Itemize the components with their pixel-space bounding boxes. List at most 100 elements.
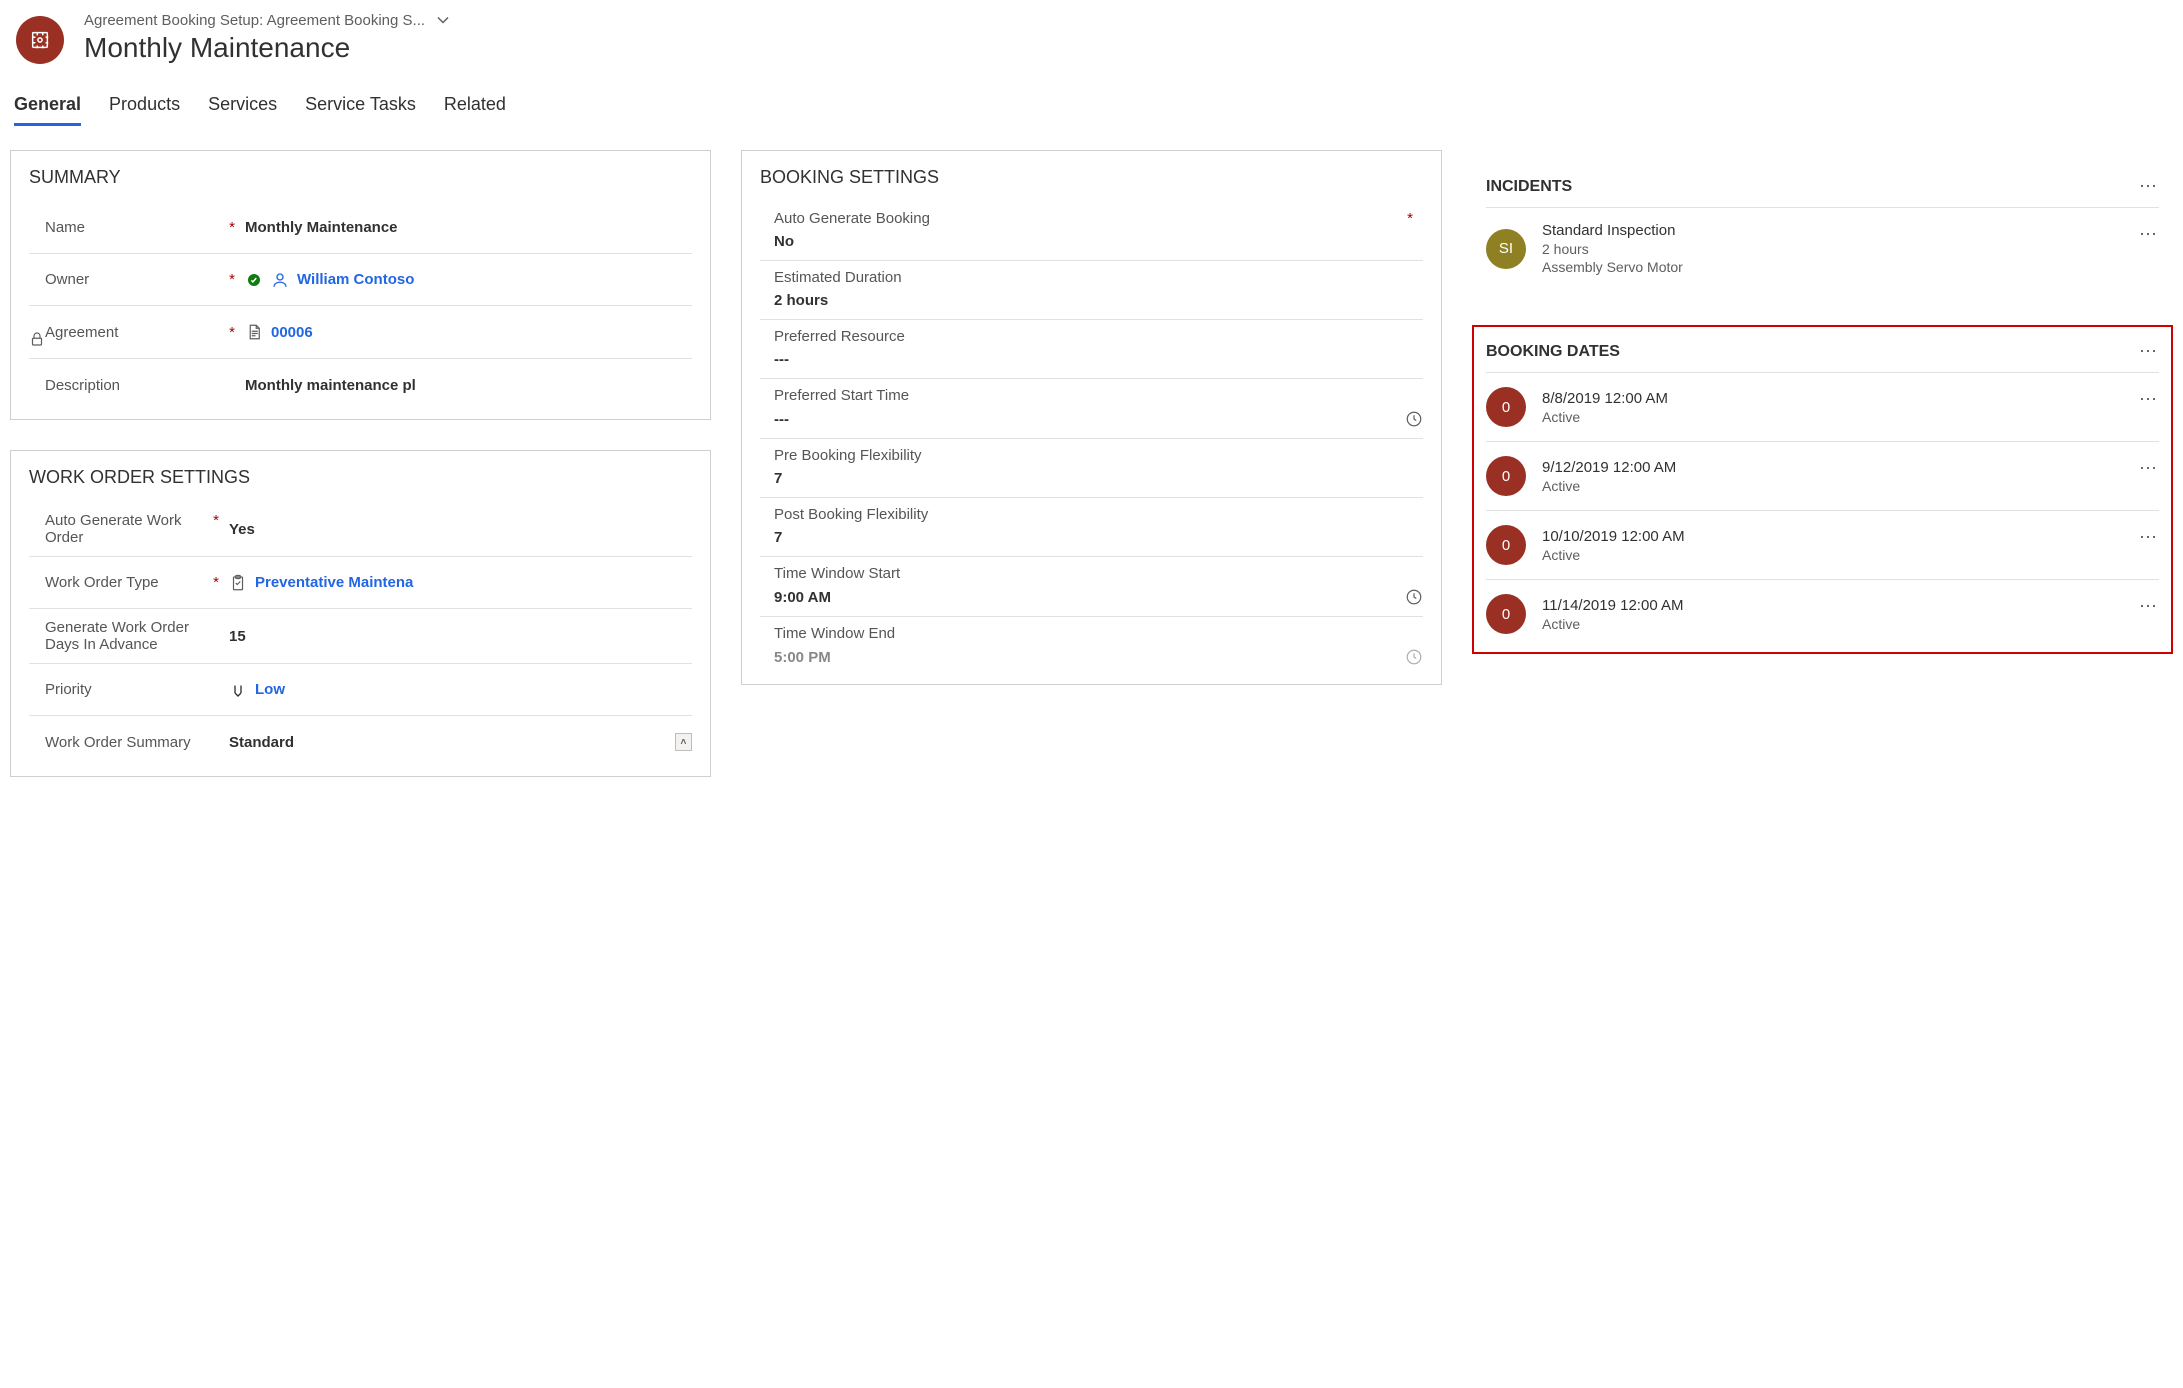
clock-icon[interactable] (1405, 410, 1423, 428)
field-pre-flex[interactable]: Pre Booking Flexibility 7 (760, 439, 1423, 498)
more-icon[interactable]: ⋯ (2139, 224, 2159, 245)
chevron-down-icon (433, 10, 453, 30)
page-header: Agreement Booking Setup: Agreement Booki… (10, 10, 2173, 74)
booking-date-item[interactable]: 0 9/12/2019 12:00 AM Active ⋯ (1486, 442, 2159, 511)
column-1: SUMMARY Name * Monthly Maintenance Owner… (10, 150, 711, 777)
avatar: SI (1486, 229, 1526, 269)
field-wo-summary-value: Standard (229, 734, 667, 751)
more-icon[interactable]: ⋯ (2139, 176, 2159, 197)
breadcrumb-text: Agreement Booking Setup: Agreement Booki… (84, 12, 425, 29)
field-post-flex-label: Post Booking Flexibility (774, 506, 928, 523)
field-window-start-value: 9:00 AM (774, 589, 831, 606)
more-icon[interactable]: ⋯ (2139, 341, 2159, 362)
form-columns: SUMMARY Name * Monthly Maintenance Owner… (10, 150, 2173, 777)
field-wo-type[interactable]: Work Order Type * Preventative Maintena (29, 557, 692, 609)
clock-icon[interactable] (1405, 588, 1423, 606)
field-agreement-label: Agreement (45, 324, 118, 341)
clock-icon[interactable] (1405, 648, 1423, 666)
more-icon[interactable]: ⋯ (2139, 389, 2159, 410)
field-agreement[interactable]: Agreement * 00006 (29, 306, 692, 359)
field-name-value: Monthly Maintenance (245, 219, 692, 236)
incident-duration: 2 hours (1542, 241, 2123, 257)
field-agreement-value: 00006 (271, 324, 692, 341)
more-icon[interactable]: ⋯ (2139, 527, 2159, 548)
field-wo-summary[interactable]: Work Order Summary Standard ˄ (29, 716, 692, 768)
field-post-flex[interactable]: Post Booking Flexibility 7 (760, 498, 1423, 557)
booking-date-item[interactable]: 0 10/10/2019 12:00 AM Active ⋯ (1486, 511, 2159, 580)
incident-item[interactable]: SI Standard Inspection 2 hours Assembly … (1486, 208, 2159, 289)
priority-low-icon (229, 681, 247, 699)
booking-date-status: Active (1542, 409, 2123, 425)
field-description-value: Monthly maintenance pl (245, 377, 692, 394)
incidents-title: INCIDENTS (1486, 178, 1572, 196)
summary-title: SUMMARY (29, 167, 692, 188)
field-priority-label: Priority (45, 681, 92, 698)
tab-services[interactable]: Services (208, 94, 277, 126)
booking-date-item[interactable]: 0 11/14/2019 12:00 AM Active ⋯ (1486, 580, 2159, 648)
check-circle-icon (245, 271, 263, 289)
booking-date-item[interactable]: 0 8/8/2019 12:00 AM Active ⋯ (1486, 373, 2159, 442)
field-wo-type-value: Preventative Maintena (255, 574, 692, 591)
field-estimated-duration-label: Estimated Duration (774, 269, 902, 286)
field-days-in-advance-label: Generate Work Order Days In Advance (45, 619, 223, 653)
field-auto-generate-booking-value: No (774, 233, 794, 250)
booking-dates-title: BOOKING DATES (1486, 343, 1620, 361)
booking-date-status: Active (1542, 547, 2123, 563)
tab-general[interactable]: General (14, 94, 81, 126)
field-priority[interactable]: Priority Low (29, 664, 692, 716)
field-preferred-start-time-label: Preferred Start Time (774, 387, 909, 404)
required-indicator: * (229, 271, 239, 288)
field-window-start-label: Time Window Start (774, 565, 900, 582)
required-indicator: * (213, 512, 223, 529)
tab-products[interactable]: Products (109, 94, 180, 126)
field-preferred-resource-label: Preferred Resource (774, 328, 905, 345)
required-indicator: * (229, 324, 239, 341)
clipboard-icon (229, 574, 247, 592)
avatar: 0 (1486, 594, 1526, 634)
field-description[interactable]: Description Monthly maintenance pl (29, 359, 692, 411)
field-window-end-label: Time Window End (774, 625, 895, 642)
field-days-in-advance-value: 15 (229, 628, 692, 645)
tab-bar: General Products Services Service Tasks … (10, 74, 2173, 126)
booking-dates-section: BOOKING DATES ⋯ 0 8/8/2019 12:00 AM Acti… (1472, 325, 2173, 654)
field-window-start[interactable]: Time Window Start 9:00 AM (760, 557, 1423, 617)
field-name[interactable]: Name * Monthly Maintenance (29, 202, 692, 254)
field-auto-generate-wo-value: Yes (229, 521, 692, 538)
field-owner[interactable]: Owner * William Contoso (29, 254, 692, 306)
required-indicator: * (229, 219, 239, 236)
required-indicator: * (213, 574, 223, 591)
incident-title: Standard Inspection (1542, 222, 2123, 239)
incident-asset: Assembly Servo Motor (1542, 259, 2123, 275)
document-icon (245, 323, 263, 341)
breadcrumb[interactable]: Agreement Booking Setup: Agreement Booki… (84, 10, 453, 30)
field-owner-label: Owner (45, 271, 89, 288)
field-preferred-resource[interactable]: Preferred Resource --- (760, 320, 1423, 379)
booking-settings-title: BOOKING SETTINGS (760, 167, 1423, 188)
person-icon (271, 271, 289, 289)
field-pre-flex-label: Pre Booking Flexibility (774, 447, 922, 464)
scroll-up-icon[interactable]: ˄ (675, 733, 692, 751)
field-window-end[interactable]: Time Window End 5:00 PM (760, 617, 1423, 676)
field-auto-generate-booking[interactable]: Auto Generate Booking * No (760, 202, 1423, 261)
field-preferred-start-time[interactable]: Preferred Start Time --- (760, 379, 1423, 439)
field-preferred-resource-value: --- (774, 351, 789, 368)
more-icon[interactable]: ⋯ (2139, 596, 2159, 617)
field-auto-generate-wo-label: Auto Generate Work Order (45, 512, 207, 546)
field-preferred-start-time-value: --- (774, 411, 789, 428)
field-window-end-value: 5:00 PM (774, 649, 831, 666)
field-estimated-duration[interactable]: Estimated Duration 2 hours (760, 261, 1423, 320)
avatar: 0 (1486, 456, 1526, 496)
field-owner-value: William Contoso (297, 271, 692, 288)
tab-service-tasks[interactable]: Service Tasks (305, 94, 416, 126)
summary-panel: SUMMARY Name * Monthly Maintenance Owner… (10, 150, 711, 420)
field-wo-type-label: Work Order Type (45, 574, 159, 591)
field-auto-generate-wo[interactable]: Auto Generate Work Order * Yes (29, 502, 692, 557)
field-days-in-advance[interactable]: Generate Work Order Days In Advance 15 (29, 609, 692, 664)
lock-icon (28, 330, 46, 348)
booking-date-status: Active (1542, 616, 2123, 632)
booking-date-status: Active (1542, 478, 2123, 494)
work-order-settings-panel: WORK ORDER SETTINGS Auto Generate Work O… (10, 450, 711, 777)
tab-related[interactable]: Related (444, 94, 506, 126)
more-icon[interactable]: ⋯ (2139, 458, 2159, 479)
field-auto-generate-booking-label: Auto Generate Booking (774, 210, 930, 227)
